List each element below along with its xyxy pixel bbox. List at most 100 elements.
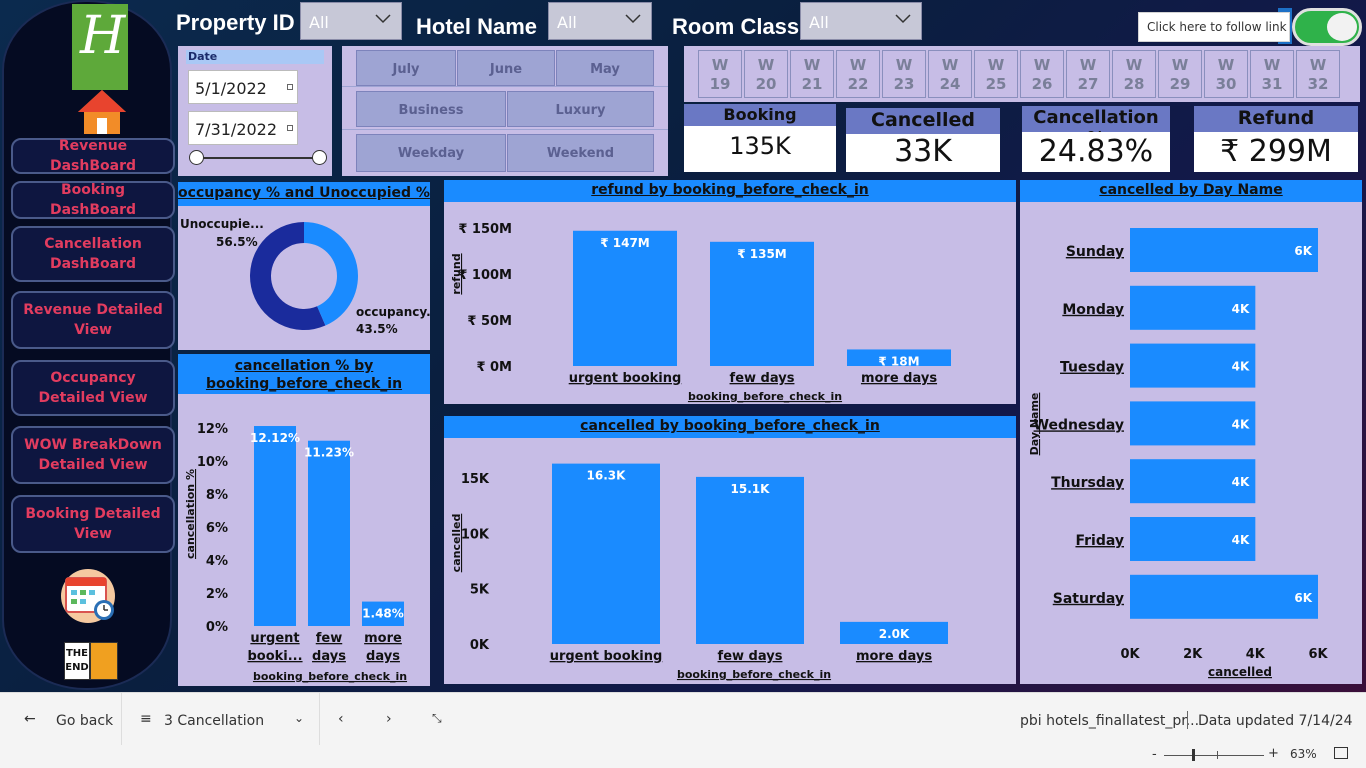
- week-letter: W: [941, 56, 959, 74]
- week-tile-21[interactable]: W 21: [790, 50, 834, 98]
- page-selector[interactable]: ≡ 3 Cancellation ⌄: [124, 693, 320, 745]
- week-tile-20[interactable]: W 20: [744, 50, 788, 98]
- home-icon[interactable]: [76, 88, 128, 136]
- cancelled-bar-chart: 0K 5K 10K 15K cancelled 16.3K urgent booking 15…: [450, 463, 948, 681]
- y-tick-label: ₹ 50M: [467, 314, 512, 329]
- week-tile-28[interactable]: W 28: [1112, 50, 1156, 98]
- week-letter: W: [803, 56, 821, 74]
- x-tick-label: urgent booking: [569, 371, 682, 386]
- bar-data-label: ₹ 18M: [878, 354, 919, 368]
- room-class-dropdown[interactable]: All: [800, 2, 922, 40]
- nav-occupancy-detailed-view[interactable]: Occupancy Detailed View: [11, 360, 175, 416]
- page-name: 3 Cancellation: [164, 713, 265, 729]
- y-tick-label: ₹ 0M: [476, 360, 512, 375]
- week-tile-19[interactable]: W 19: [698, 50, 742, 98]
- cancelled-title: cancelled by booking_before_check_in: [444, 416, 1016, 438]
- week-number: 25: [985, 75, 1007, 93]
- tile-business[interactable]: Business: [356, 91, 506, 127]
- nav-cancellation-dashboard[interactable]: Cancellation DashBoard: [11, 226, 175, 282]
- tile-may[interactable]: May: [556, 50, 654, 86]
- bar-data-label: 12.12%: [250, 431, 300, 445]
- zoom-slider-handle[interactable]: [1192, 749, 1195, 761]
- tile-june[interactable]: June: [457, 50, 555, 86]
- week-tile-30[interactable]: W 30: [1204, 50, 1248, 98]
- x-tick-label: urgent: [250, 631, 299, 646]
- previous-page-icon[interactable]: ‹: [338, 711, 344, 727]
- x-tick-label: 0K: [1120, 647, 1140, 662]
- room-class-label: Room Class: [672, 14, 800, 39]
- tile-july[interactable]: July: [356, 50, 456, 86]
- x-tick-label: more: [364, 631, 402, 646]
- y-tick-label: 4%: [206, 554, 228, 569]
- kpi-booking-label: Booking: [684, 104, 836, 126]
- nav-revenue-dashboard[interactable]: Revenue DashBoard: [11, 138, 175, 174]
- date-range-handle-start[interactable]: [189, 150, 204, 165]
- week-letter: W: [1079, 56, 1097, 74]
- y-tick-label: 0%: [206, 620, 228, 635]
- date-range-handle-end[interactable]: [312, 150, 327, 165]
- week-number: 20: [755, 75, 777, 93]
- kpi-refund-label: Refund: [1194, 106, 1358, 132]
- y-axis-label: Day Name: [1028, 393, 1041, 456]
- donut-value-occupancy: 43.5%: [356, 322, 398, 336]
- x-tick-label: more days: [861, 371, 937, 386]
- toggle-switch[interactable]: [1292, 8, 1362, 46]
- week-letter: W: [1263, 56, 1281, 74]
- bar-data-label: 4K: [1232, 360, 1250, 374]
- week-number: 31: [1261, 75, 1283, 93]
- week-tile-24[interactable]: W 24: [928, 50, 972, 98]
- y-tick-label: 8%: [206, 488, 228, 503]
- dayname-bar-chart: 6K Sunday 4K Monday 4K Tuesday 4K Wednesday 4K Th…: [1028, 228, 1328, 679]
- go-back-button[interactable]: ← Go back: [0, 693, 122, 745]
- x-axis-label: booking_before_check_in: [677, 668, 831, 681]
- property-id-label: Property ID: [176, 10, 295, 35]
- week-tile-26[interactable]: W 26: [1020, 50, 1064, 98]
- bar-data-label: 4K: [1232, 475, 1250, 489]
- fit-to-page-icon[interactable]: [1334, 747, 1348, 759]
- calendar-icon[interactable]: [56, 568, 120, 624]
- follow-link-tooltip: Click here to follow link: [1138, 12, 1290, 42]
- start-date-input[interactable]: 5/1/2022: [188, 70, 298, 104]
- nav-booking-dashboard[interactable]: Booking DashBoard: [11, 181, 175, 219]
- zoom-out-button[interactable]: -: [1152, 747, 1157, 762]
- y-tick-label: Sunday: [1066, 244, 1124, 260]
- week-tile-29[interactable]: W 29: [1158, 50, 1202, 98]
- next-page-icon[interactable]: ›: [386, 711, 392, 727]
- hotel-name-dropdown[interactable]: All: [548, 2, 652, 40]
- property-id-dropdown[interactable]: All: [300, 2, 402, 40]
- y-tick-label: Wednesday: [1034, 417, 1124, 433]
- x-tick-label: few days: [718, 649, 783, 664]
- week-tile-31[interactable]: W 31: [1250, 50, 1294, 98]
- week-tile-23[interactable]: W 23: [882, 50, 926, 98]
- tile-luxury[interactable]: Luxury: [507, 91, 654, 127]
- tile-weekday[interactable]: Weekday: [356, 134, 506, 172]
- week-tile-27[interactable]: W 27: [1066, 50, 1110, 98]
- cancel-pct-title: cancellation % by booking_before_check_i…: [178, 354, 430, 394]
- zoom-in-button[interactable]: +: [1268, 746, 1279, 761]
- week-number: 30: [1215, 75, 1237, 93]
- x-tick-label: 2K: [1183, 647, 1203, 662]
- nav-booking-detailed-view[interactable]: Booking Detailed View: [11, 495, 175, 553]
- week-tile-25[interactable]: W 25: [974, 50, 1018, 98]
- report-name: pbi hotels_finallatest_pr...: [1020, 713, 1200, 729]
- nav-wow-breakdown-detailed-view[interactable]: WOW BreakDown Detailed View: [11, 426, 175, 484]
- go-back-label: Go back: [56, 713, 114, 729]
- week-tile-22[interactable]: W 22: [836, 50, 880, 98]
- nav-revenue-detailed-view[interactable]: Revenue Detailed View: [11, 291, 175, 349]
- bar-data-label: 6K: [1294, 591, 1312, 605]
- end-text-end: END: [65, 662, 89, 673]
- collapse-icon[interactable]: ⤡: [432, 711, 442, 726]
- y-tick-label: 15K: [461, 472, 490, 487]
- toggle-knob: [1327, 13, 1357, 41]
- week-tile-32[interactable]: W 32: [1296, 50, 1340, 98]
- date-range-track: [196, 157, 320, 159]
- date-label: Date: [186, 50, 324, 64]
- bar-data-label: 4K: [1232, 302, 1250, 316]
- week-letter: W: [849, 56, 867, 74]
- tile-weekend[interactable]: Weekend: [507, 134, 654, 172]
- week-letter: W: [1171, 56, 1189, 74]
- the-end-book-icon[interactable]: THE END: [64, 642, 120, 680]
- week-number: 21: [801, 75, 823, 93]
- end-date-input[interactable]: 7/31/2022: [188, 111, 298, 145]
- week-number: 26: [1031, 75, 1053, 93]
